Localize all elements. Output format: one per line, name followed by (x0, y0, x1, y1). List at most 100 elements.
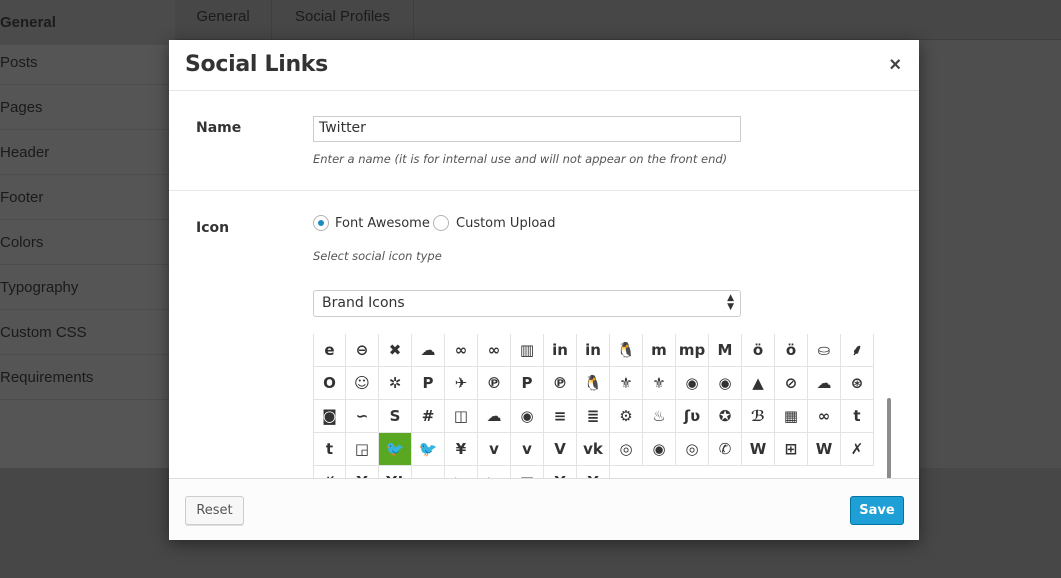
linux-icon[interactable]: 🐧 (610, 334, 643, 367)
radio-custom-upload[interactable] (433, 215, 449, 231)
twitch-icon[interactable]: ◲ (346, 433, 379, 466)
icon-type-select-value: Brand Icons (322, 295, 405, 311)
pinterest-square-icon[interactable]: ℗ (544, 367, 577, 400)
pinterest-p-icon[interactable]: P (511, 367, 544, 400)
stumbleupon-circle-icon[interactable]: ✪ (709, 400, 742, 433)
name-help-text: Enter a name (it is for internal use and… (313, 152, 728, 166)
reddit-square-icon[interactable]: ◉ (709, 367, 742, 400)
tripadvisor-icon[interactable]: ∞ (808, 400, 841, 433)
opera-icon[interactable]: O (313, 367, 346, 400)
pied-piper-icon[interactable]: ✈ (445, 367, 478, 400)
skype-icon[interactable]: S (379, 400, 412, 433)
vk-icon[interactable]: vk (577, 433, 610, 466)
sidebar-item-typography[interactable]: Typography (0, 265, 175, 310)
windows-icon[interactable]: ⊞ (775, 433, 808, 466)
opencart-icon[interactable]: ⛀ (808, 334, 841, 367)
linkedin-icon[interactable]: in (544, 334, 577, 367)
stack-overflow-icon[interactable]: ≣ (577, 400, 610, 433)
tencent-weibo-icon[interactable]: ℬ (742, 400, 775, 433)
stack-exchange-icon[interactable]: ≡ (544, 400, 577, 433)
wikipedia-icon[interactable]: W (742, 433, 775, 466)
vine-icon[interactable]: V (544, 433, 577, 466)
radio-custom-upload-label[interactable]: Custom Upload (456, 216, 556, 231)
icon-help-text: Select social icon type (313, 249, 442, 263)
sidebar-item-custom-css[interactable]: Custom CSS (0, 310, 175, 355)
joomla-icon[interactable]: ✖ (379, 334, 412, 367)
vimeo-square-icon[interactable]: v (511, 433, 544, 466)
openid-icon[interactable]: ⸙ (841, 334, 874, 367)
steam-icon[interactable]: ⚙ (610, 400, 643, 433)
sidebar-item-general[interactable]: General (0, 0, 175, 45)
sidebar-item-footer[interactable]: Footer (0, 175, 175, 220)
pagelines-icon[interactable]: ✲ (379, 367, 412, 400)
simplybuilt-icon[interactable]: ◙ (313, 400, 346, 433)
icon-grid: e ⊖ ✖ ☁ ∞ ∞ ▥ in in 🐧 m mp Mö ö ⛀ ⸙ O ☺ ✲ P ✈ ℗ P ℗ 🐧 ⚜ ⚜ ◉ ◉ ▲ ⊘ ☁ ⊛ ◙ ∽ S… (313, 334, 874, 479)
modal-footer: Reset Save (169, 478, 919, 540)
save-button[interactable]: Save (850, 496, 904, 525)
trello-icon[interactable]: ▦ (775, 400, 808, 433)
tab-general[interactable]: General (175, 0, 272, 40)
social-links-modal: Social Links × Name Twitter Enter a name… (169, 40, 919, 540)
sidebar-item-colors[interactable]: Colors (0, 220, 175, 265)
twitter-icon[interactable]: 🐦 (379, 433, 412, 466)
icon-picker-scrollbar[interactable] (887, 398, 891, 480)
safari-icon[interactable]: ⊘ (775, 367, 808, 400)
weixin-icon[interactable]: ◎ (676, 433, 709, 466)
slack-icon[interactable]: # (412, 400, 445, 433)
internet-explorer-icon[interactable]: e (313, 334, 346, 367)
lastfm-square-icon[interactable]: ∞ (478, 334, 511, 367)
radio-font-awesome-label[interactable]: Font Awesome (335, 216, 430, 231)
icon-label: Icon (196, 220, 230, 236)
slideshare-icon[interactable]: ◫ (445, 400, 478, 433)
wechat-icon[interactable]: ◎ (610, 433, 643, 466)
odnoklassniki-icon[interactable]: ö (742, 334, 775, 367)
jsfiddle-icon[interactable]: ☁ (412, 334, 445, 367)
sidebar-item-requirements[interactable]: Requirements (0, 355, 175, 400)
name-input[interactable]: Twitter (313, 116, 741, 142)
steam-square-icon[interactable]: ♨ (643, 400, 676, 433)
tab-social-profiles[interactable]: Social Profiles (272, 0, 414, 40)
whatsapp-icon[interactable]: ✆ (709, 433, 742, 466)
reddit-icon[interactable]: ◉ (676, 367, 709, 400)
optin-monster-icon[interactable]: ☺ (346, 367, 379, 400)
tumblr-square-icon[interactable]: t (313, 433, 346, 466)
paypal-icon[interactable]: P (412, 367, 445, 400)
soundcloud-icon[interactable]: ☁ (478, 400, 511, 433)
sidebar-item-posts[interactable]: Posts (0, 40, 175, 85)
resistance-icon[interactable]: ⚜ (643, 367, 676, 400)
sellsy-icon[interactable]: ⊛ (841, 367, 874, 400)
viacoin-icon[interactable]: ¥ (445, 433, 478, 466)
qq-icon[interactable]: 🐧 (577, 367, 610, 400)
meanpath-icon[interactable]: mp (676, 334, 709, 367)
pinterest-icon[interactable]: ℗ (478, 367, 511, 400)
xing-icon[interactable]: ✗ (841, 433, 874, 466)
skyatlas-icon[interactable]: ∽ (346, 400, 379, 433)
lastfm-icon[interactable]: ∞ (445, 334, 478, 367)
sidebar-item-header[interactable]: Header (0, 130, 175, 175)
reset-button[interactable]: Reset (185, 496, 244, 525)
medium-icon[interactable]: M (709, 334, 742, 367)
soundcloud-icon[interactable]: ☁ (808, 367, 841, 400)
weibo-icon[interactable]: ◉ (643, 433, 676, 466)
opencart-icon[interactable]: ⊖ (346, 334, 379, 367)
linkedin-square-icon[interactable]: in (577, 334, 610, 367)
close-icon[interactable]: × (889, 54, 901, 77)
divider (169, 190, 919, 191)
maxcdn-icon[interactable]: m (643, 334, 676, 367)
stumbleupon-icon[interactable]: ʃʋ (676, 400, 709, 433)
tumblr-icon[interactable]: t (841, 400, 874, 433)
vimeo-icon[interactable]: v (478, 433, 511, 466)
rebel-icon[interactable]: ⚜ (610, 367, 643, 400)
modal-title: Social Links (185, 52, 328, 77)
icon-type-select[interactable]: Brand Icons ▲ ▼ (313, 290, 741, 317)
renren-icon[interactable]: ▲ (742, 367, 775, 400)
settings-sidebar: General Posts Pages Header Footer Colors… (0, 0, 175, 468)
spotify-icon[interactable]: ◉ (511, 400, 544, 433)
leanpub-icon[interactable]: ▥ (511, 334, 544, 367)
select-arrows-icon: ▲ ▼ (727, 293, 734, 312)
odnoklassniki-square-icon[interactable]: ö (775, 334, 808, 367)
wordpress-icon[interactable]: W (808, 433, 841, 466)
twitter-square-icon[interactable]: 🐦 (412, 433, 445, 466)
radio-font-awesome[interactable] (313, 215, 329, 231)
sidebar-item-pages[interactable]: Pages (0, 85, 175, 130)
